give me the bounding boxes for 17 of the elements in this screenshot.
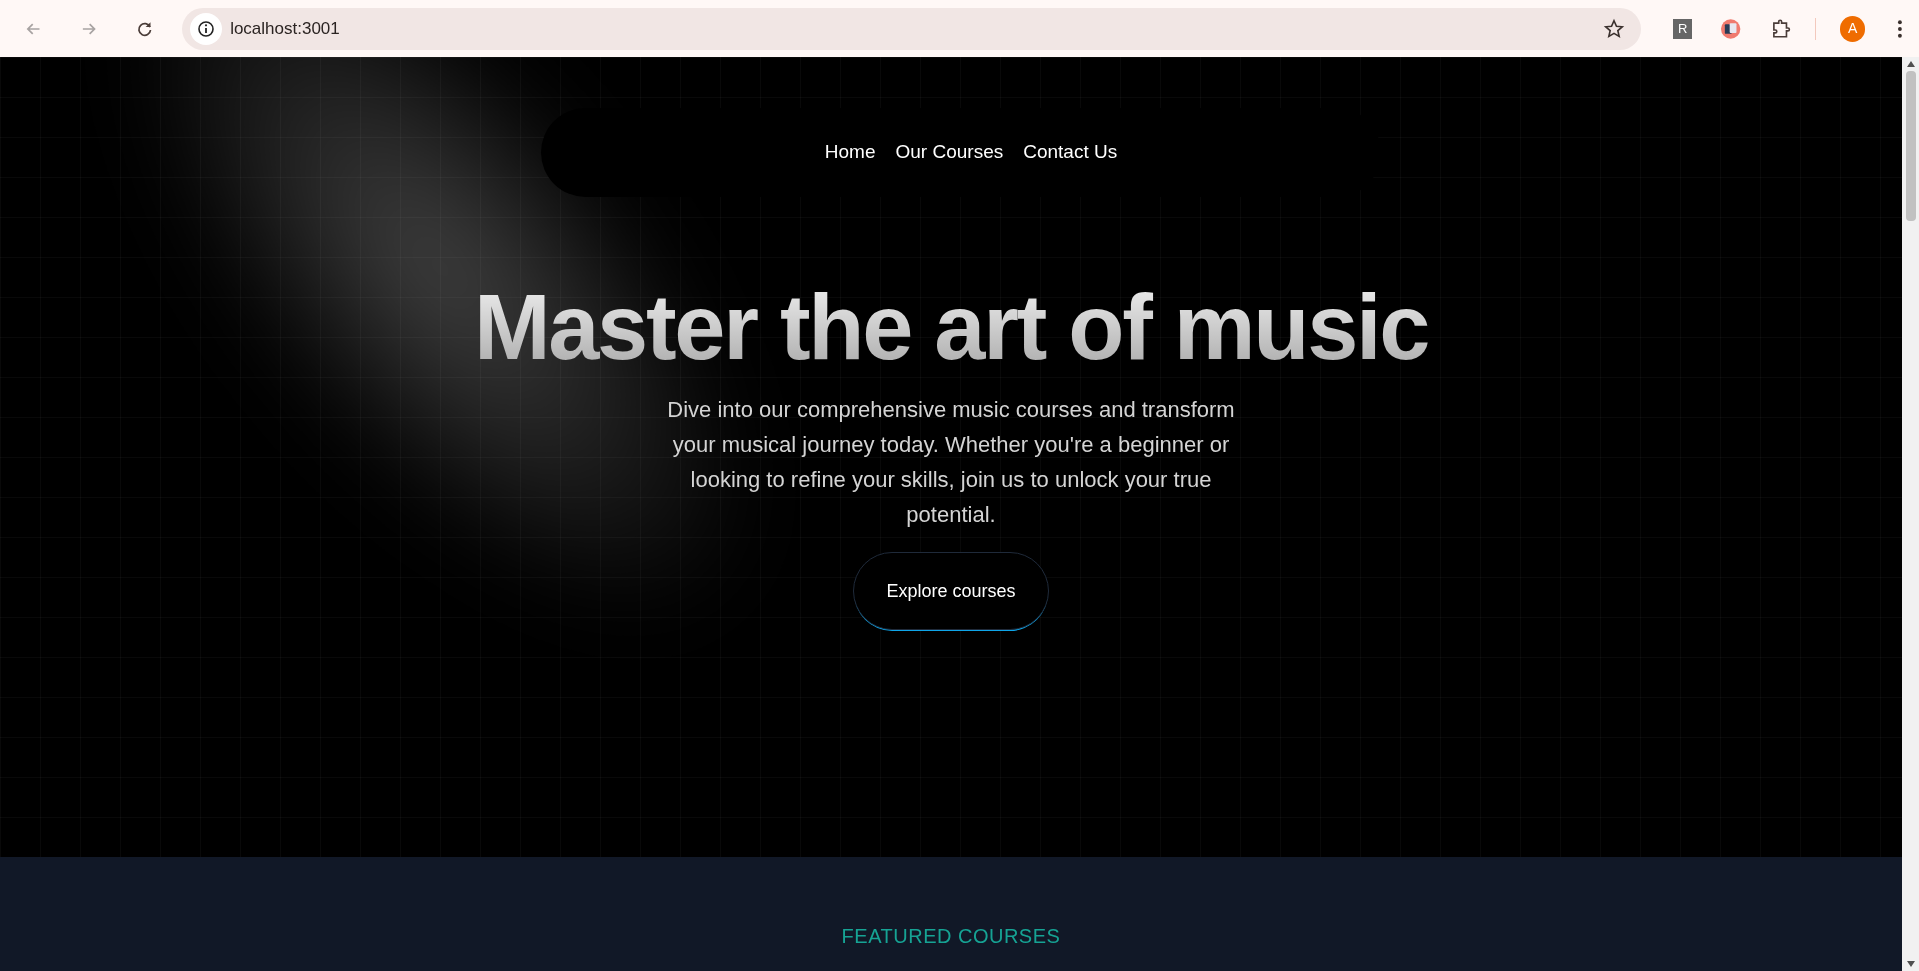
address-bar[interactable]: localhost:3001 [182,7,1641,50]
nav-link[interactable]: Our Courses [895,138,1004,167]
extension-icon[interactable]: R [1673,18,1693,39]
url-text: localhost:3001 [230,17,340,40]
section-eyebrow: FEATURED COURSES [841,924,1061,949]
extension-icon[interactable] [1720,17,1742,40]
nav-link[interactable]: Contact Us [1023,138,1118,167]
star-icon[interactable] [1603,17,1625,40]
hero-text: Dive into our comprehensive music courses and transform your musical journey today. Whether you're a beginner or looking to refine your skills, join us to unlock your true potential. [666,396,1236,530]
explore-courses-button[interactable]: Explore courses [853,552,1049,631]
scroll-up-icon[interactable] [1906,61,1915,67]
scrollbar[interactable] [1902,57,1919,971]
scroll-down-icon[interactable] [1906,961,1915,967]
menu-icon[interactable] [1897,18,1903,39]
info-icon[interactable] [190,12,223,45]
nav-link[interactable]: Home [824,138,876,167]
scroll-thumb[interactable] [1905,71,1916,221]
